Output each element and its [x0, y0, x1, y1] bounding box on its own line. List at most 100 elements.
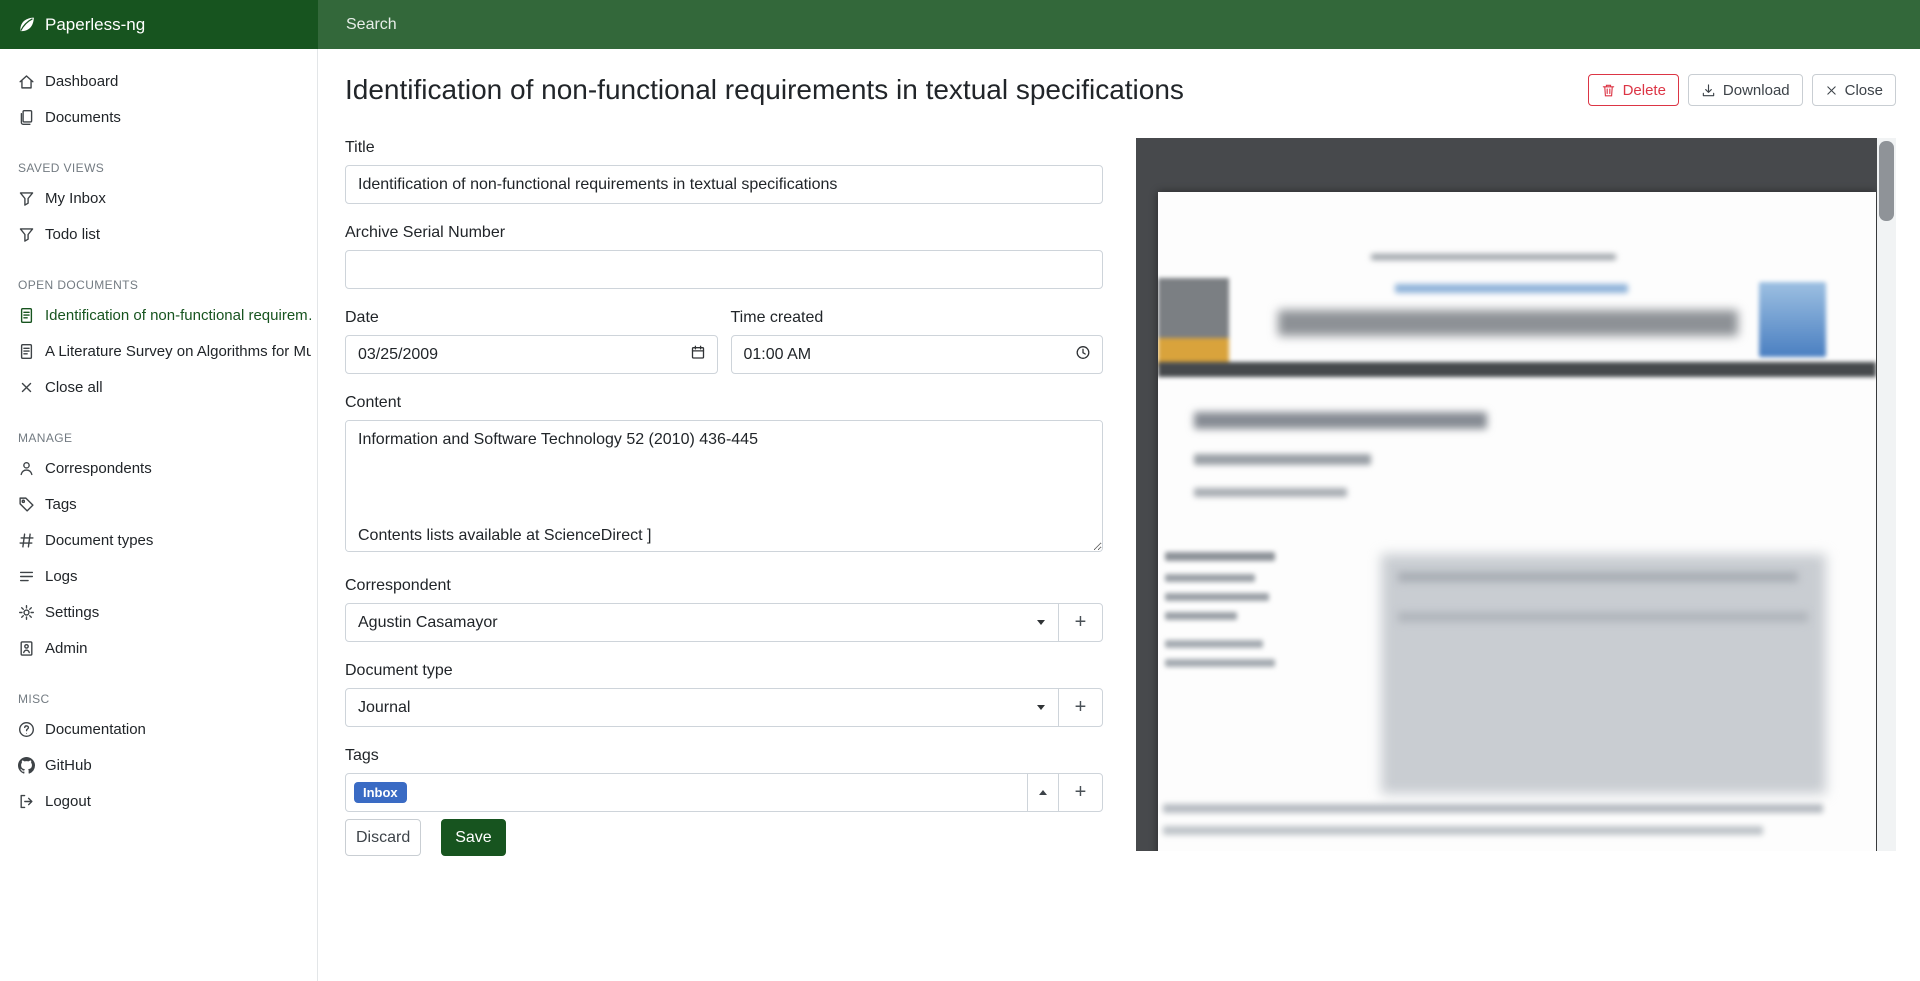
tag-badge-inbox: Inbox	[354, 782, 407, 803]
github-icon	[18, 757, 35, 774]
manage-header: MANAGE	[18, 431, 299, 445]
document-edit-form: Title Archive Serial Number Date	[345, 138, 1103, 876]
misc-header: MISC	[18, 692, 299, 706]
close-button[interactable]: Close	[1812, 74, 1896, 106]
sidebar-open-document-2[interactable]: A Literature Survey on Algorithms for Mu…	[0, 333, 317, 369]
blur-block	[1158, 362, 1876, 377]
sidebar-item-label: Identification of non-functional require…	[45, 307, 311, 324]
preview-scrollbar-thumb[interactable]	[1879, 141, 1894, 221]
journal-logo-thumbnail	[1759, 282, 1826, 357]
tags-input[interactable]: Inbox	[345, 773, 1028, 812]
sidebar-item-dashboard[interactable]: Dashboard	[0, 63, 317, 99]
sidebar-item-label: Correspondents	[45, 460, 152, 477]
discard-button[interactable]: Discard	[345, 819, 421, 856]
blur-block	[1194, 412, 1487, 429]
sidebar-item-label: Documents	[45, 109, 121, 126]
sidebar-item-my-inbox[interactable]: My Inbox	[0, 180, 317, 216]
sidebar-item-logs[interactable]: Logs	[0, 558, 317, 594]
paperless-leaf-icon	[17, 15, 36, 34]
sidebar-item-logout[interactable]: Logout	[0, 783, 317, 819]
brand-link[interactable]: Paperless-ng	[0, 0, 318, 49]
close-button-label: Close	[1845, 82, 1883, 99]
sidebar-item-documentation[interactable]: Documentation	[0, 711, 317, 747]
sidebar-item-label: Logs	[45, 568, 78, 585]
sidebar-item-label: Todo list	[45, 226, 100, 243]
blur-block	[1194, 488, 1347, 497]
question-circle-icon	[18, 721, 35, 738]
download-button[interactable]: Download	[1688, 74, 1803, 106]
blur-block	[1194, 454, 1371, 465]
journal-cover-thumbnail	[1158, 278, 1229, 366]
sidebar: Dashboard Documents SAVED VIEWS My Inbox…	[0, 49, 318, 981]
sidebar-item-label: GitHub	[45, 757, 92, 774]
plus-icon: +	[1075, 696, 1087, 719]
sidebar-item-settings[interactable]: Settings	[0, 594, 317, 630]
add-correspondent-button[interactable]: +	[1058, 603, 1103, 642]
sidebar-open-document-1[interactable]: Identification of non-functional require…	[0, 297, 317, 333]
content-label: Content	[345, 393, 1103, 412]
blur-block	[1165, 552, 1275, 561]
save-button[interactable]: Save	[441, 819, 505, 856]
blur-block	[1398, 612, 1808, 622]
sidebar-item-label: Document types	[45, 532, 153, 549]
blur-block	[1398, 572, 1798, 582]
blur-block	[1165, 640, 1263, 648]
document-actions: Delete Download Close	[1588, 74, 1896, 106]
sidebar-item-label: Tags	[45, 496, 77, 513]
gear-icon	[18, 604, 35, 621]
sidebar-item-admin[interactable]: Admin	[0, 630, 317, 666]
blur-block	[1381, 554, 1826, 794]
hash-icon	[18, 532, 35, 549]
asn-label: Archive Serial Number	[345, 223, 1103, 242]
add-tag-button[interactable]: +	[1058, 773, 1103, 812]
blur-block	[1371, 254, 1616, 260]
add-document-type-button[interactable]: +	[1058, 688, 1103, 727]
time-created-label: Time created	[731, 308, 1104, 327]
house-icon	[18, 73, 35, 90]
open-documents-header: OPEN DOCUMENTS	[18, 278, 299, 292]
blur-block	[1163, 826, 1763, 835]
time-created-field[interactable]	[731, 335, 1104, 374]
tag-icon	[18, 496, 35, 513]
sidebar-item-tags[interactable]: Tags	[0, 486, 317, 522]
funnel-icon	[18, 190, 35, 207]
delete-button-label: Delete	[1623, 82, 1666, 99]
search-input[interactable]	[318, 0, 1920, 49]
close-icon	[1825, 84, 1838, 97]
plus-icon: +	[1075, 611, 1087, 634]
sidebar-item-github[interactable]: GitHub	[0, 747, 317, 783]
document-type-select[interactable]: Journal	[345, 688, 1059, 727]
download-icon	[1701, 83, 1716, 98]
sidebar-item-todo-list[interactable]: Todo list	[0, 216, 317, 252]
blur-block	[1165, 659, 1275, 667]
tags-label: Tags	[345, 746, 1103, 765]
sidebar-item-close-all[interactable]: Close all	[0, 369, 317, 405]
list-icon	[18, 568, 35, 585]
blur-block	[1163, 804, 1823, 813]
plus-icon: +	[1075, 781, 1087, 804]
archive-serial-number-field[interactable]	[345, 250, 1103, 289]
title-field[interactable]	[345, 165, 1103, 204]
content-field[interactable]: Information and Software Technology 52 (…	[345, 420, 1103, 552]
sidebar-item-documents[interactable]: Documents	[0, 99, 317, 135]
sidebar-item-label: Documentation	[45, 721, 146, 738]
date-label: Date	[345, 308, 718, 327]
logout-icon	[18, 793, 35, 810]
sidebar-item-document-types[interactable]: Document types	[0, 522, 317, 558]
person-icon	[18, 460, 35, 477]
blur-block	[1165, 612, 1237, 620]
page-title: Identification of non-functional require…	[345, 70, 1184, 110]
preview-scrollbar[interactable]	[1877, 138, 1896, 851]
tags-dropdown-toggle[interactable]	[1027, 773, 1059, 812]
sidebar-item-label: Settings	[45, 604, 99, 621]
date-field[interactable]	[345, 335, 718, 374]
person-badge-icon	[18, 640, 35, 657]
delete-button[interactable]: Delete	[1588, 74, 1679, 106]
sidebar-item-correspondents[interactable]: Correspondents	[0, 450, 317, 486]
sidebar-item-label: Admin	[45, 640, 88, 657]
close-icon	[18, 379, 35, 396]
title-label: Title	[345, 138, 1103, 157]
files-icon	[18, 109, 35, 126]
correspondent-select[interactable]: Agustin Casamayor	[345, 603, 1059, 642]
pdf-page	[1158, 192, 1876, 851]
